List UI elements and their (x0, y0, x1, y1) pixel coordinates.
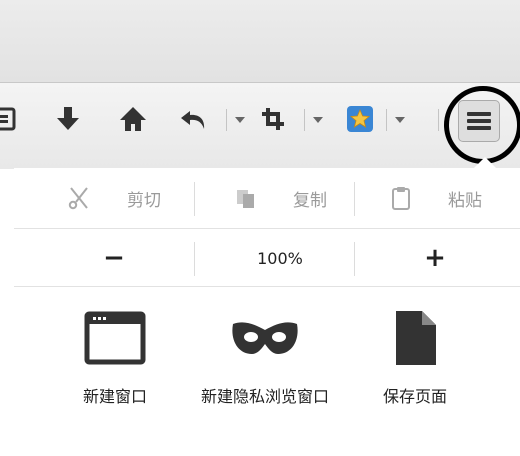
star-addon-icon (347, 106, 373, 132)
toolbar-separator (226, 109, 227, 131)
toolbar-separator (304, 109, 305, 131)
new-private-window-button[interactable]: 新建隐私浏览窗口 (190, 308, 340, 408)
cut-button[interactable]: 剪切 (34, 168, 194, 228)
addon-dropdown[interactable] (393, 113, 407, 127)
bookmarks-icon[interactable] (0, 93, 20, 145)
private-mask-icon (232, 322, 298, 354)
zoom-in-label: + (424, 243, 446, 273)
clipboard-icon (392, 187, 410, 210)
zoom-reset-button[interactable]: 100% (200, 230, 360, 286)
save-page-button[interactable]: 保存页面 (340, 308, 490, 408)
chevron-down-icon (313, 117, 323, 123)
copy-icon (237, 190, 254, 208)
undo-dropdown[interactable] (233, 113, 247, 127)
undo-button[interactable] (174, 93, 214, 145)
paste-button[interactable]: 粘贴 (360, 168, 510, 228)
edit-controls: 剪切 复制 粘贴 (14, 168, 520, 228)
toolbar-separator (438, 109, 439, 131)
zoom-in-button[interactable]: + (360, 230, 510, 286)
open-menu-button[interactable] (444, 86, 520, 164)
zoom-out-label: − (103, 243, 125, 273)
toolbar-separator (386, 109, 387, 131)
undo-arrow-icon (181, 111, 205, 129)
addon-button[interactable] (344, 93, 376, 145)
zoom-out-button[interactable]: − (34, 230, 194, 286)
paste-label: 粘贴 (448, 190, 482, 211)
zoom-level: 100% (257, 248, 303, 268)
chevron-down-icon (395, 117, 405, 123)
new-private-window-label: 新建隐私浏览窗口 (200, 387, 329, 406)
navigation-toolbar (0, 82, 520, 169)
crop-icon (262, 108, 284, 130)
cut-label: 剪切 (127, 190, 161, 211)
crop-button[interactable] (253, 93, 293, 145)
window-titlebar (0, 0, 520, 82)
crop-dropdown[interactable] (311, 113, 325, 127)
menu-panel: 剪切 复制 粘贴 − 100% + 新建窗口 新建隐私浏览窗口 保存页面 (14, 168, 520, 456)
new-window-label: 新建窗口 (82, 387, 147, 406)
download-button[interactable] (48, 93, 88, 145)
page-icon (396, 311, 436, 365)
window-icon (84, 311, 146, 365)
copy-label: 复制 (293, 190, 327, 211)
new-window-button[interactable]: 新建窗口 (40, 308, 190, 408)
home-icon (120, 107, 146, 131)
scissors-icon (68, 187, 88, 210)
download-arrow-icon (57, 107, 79, 130)
save-page-label: 保存页面 (382, 387, 447, 406)
hamburger-menu-icon (467, 112, 491, 130)
chevron-down-icon (235, 117, 245, 123)
copy-button[interactable]: 复制 (200, 168, 360, 228)
home-button[interactable] (113, 93, 153, 145)
